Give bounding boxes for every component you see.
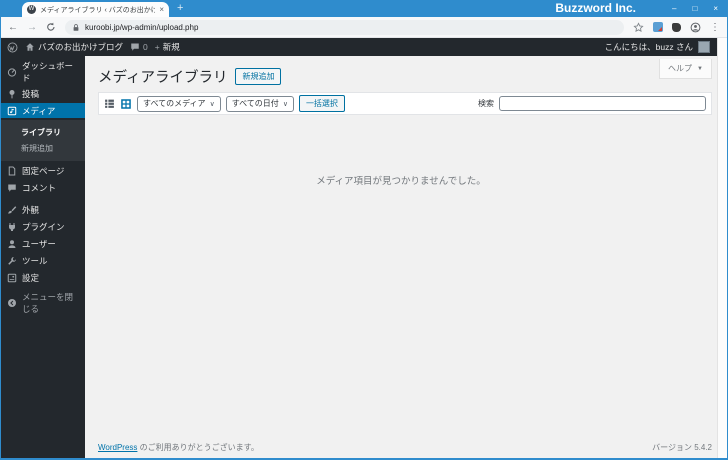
sidebar-item-comments[interactable]: コメント	[1, 180, 85, 195]
user-icon	[7, 239, 17, 249]
add-new-button[interactable]: 新規追加	[235, 68, 282, 85]
media-icon	[7, 106, 17, 116]
wordpress-link[interactable]: WordPress	[98, 443, 137, 452]
wordpress-logo-icon[interactable]	[7, 42, 18, 53]
help-button[interactable]: ヘルプ ▼	[659, 59, 712, 79]
comments-count: 0	[143, 42, 148, 52]
chevron-down-icon: ∨	[209, 100, 215, 108]
window-maximize-button[interactable]: □	[692, 4, 697, 13]
home-icon	[25, 42, 35, 52]
wp-admin-bar: バズのお出かけブログ 0 + 新規 こんにちは、buzz さん	[0, 38, 717, 56]
avatar[interactable]	[698, 41, 710, 53]
sidebar-item-appearance[interactable]: 外観	[1, 202, 85, 217]
wordpress-favicon-icon: W	[27, 5, 36, 14]
browser-titlebar: W メディアライブラリ ‹ バズのお出かけブ × + Buzzword Inc.…	[0, 0, 728, 17]
wrench-icon	[7, 256, 17, 266]
sidebar-item-settings[interactable]: 設定	[1, 270, 85, 285]
chevron-down-icon: ▼	[697, 65, 703, 72]
site-name: バズのお出かけブログ	[38, 42, 124, 52]
admin-bar-site-link[interactable]: バズのお出かけブログ	[25, 41, 123, 53]
empty-media-message: メディア項目が見つかりませんでした。	[316, 176, 486, 187]
browser-tab[interactable]: W メディアライブラリ ‹ バズのお出かけブ ×	[22, 2, 169, 17]
footer-thanks: WordPress のご利用ありがとうございます。	[98, 443, 259, 452]
screen-capture-extension-icon[interactable]	[653, 22, 663, 32]
submenu-item-add-new[interactable]: 新規追加	[1, 140, 85, 156]
date-filter[interactable]: すべての日付 ∨	[225, 95, 294, 112]
pages-icon	[7, 166, 17, 176]
howdy-greeting[interactable]: こんにちは、buzz さん	[605, 41, 693, 53]
plus-icon: +	[154, 42, 160, 52]
sidebar-item-pages[interactable]: 固定ページ	[1, 163, 85, 178]
browser-toolbar: ← → kuroobi.jp/wp-admin/upload.php ⋮	[0, 17, 728, 38]
tab-title: メディアライブラリ ‹ バズのお出かけブ	[40, 6, 156, 14]
sidebar-item-plugins[interactable]: プラグイン	[1, 219, 85, 234]
lock-icon	[72, 23, 80, 32]
menu-kebab-icon[interactable]: ⋮	[710, 22, 720, 33]
plugin-icon	[7, 222, 17, 232]
sidebar-item-users[interactable]: ユーザー	[1, 236, 85, 251]
page-title: メディアライブラリ	[98, 70, 228, 86]
sidebar-item-tools[interactable]: ツール	[1, 253, 85, 268]
search-label: 検索	[478, 99, 494, 108]
media-submenu: ライブラリ 新規追加	[1, 120, 85, 161]
admin-bar-new[interactable]: + 新規	[155, 41, 180, 53]
forward-icon[interactable]: →	[27, 22, 37, 33]
bulk-select-button[interactable]: 一括選択	[298, 95, 345, 112]
comments-icon	[7, 183, 17, 193]
tab-close-icon[interactable]: ×	[159, 5, 164, 14]
pushpin-icon	[7, 89, 17, 99]
window-minimize-button[interactable]: –	[672, 4, 676, 13]
bookmark-star-icon[interactable]	[633, 21, 644, 33]
settings-icon	[7, 273, 17, 283]
back-icon[interactable]: ←	[8, 22, 18, 33]
profile-icon[interactable]	[690, 22, 701, 33]
extension-icon[interactable]	[672, 22, 681, 32]
submenu-item-library[interactable]: ライブラリ	[1, 124, 85, 140]
sidebar-item-media[interactable]: メディア	[1, 103, 89, 118]
sidebar-item-posts[interactable]: 投稿	[1, 86, 85, 101]
chevron-down-icon: ∨	[282, 100, 288, 108]
media-toolbar: すべてのメディア ∨ すべての日付 ∨ 一括選択 検索	[98, 92, 712, 115]
admin-sidebar: ダッシュボード 投稿 メディア ライブラリ 新規追加 固定ページ コメント 外観…	[1, 56, 89, 458]
collapse-arrow-icon	[7, 298, 17, 308]
page-scrollbar[interactable]	[717, 38, 727, 458]
window-title: Buzzword Inc.	[555, 1, 636, 15]
admin-bar-comments[interactable]: 0	[130, 42, 148, 52]
brush-icon	[7, 205, 17, 215]
new-label: 新規	[162, 42, 180, 52]
sidebar-item-collapse-menu[interactable]: メニューを閉じる	[1, 292, 85, 314]
comment-bubble-icon	[130, 42, 140, 52]
new-tab-button[interactable]: +	[177, 2, 183, 15]
search-input[interactable]	[499, 96, 706, 111]
reload-icon[interactable]	[46, 22, 56, 32]
grid-view-icon[interactable]	[120, 98, 132, 110]
media-type-filter[interactable]: すべてのメディア ∨	[137, 95, 221, 112]
version-label: バージョン 5.4.2	[652, 443, 712, 452]
address-bar[interactable]: kuroobi.jp/wp-admin/upload.php	[65, 19, 624, 35]
list-view-icon[interactable]	[104, 98, 115, 109]
sidebar-item-dashboard[interactable]: ダッシュボード	[1, 61, 85, 83]
media-library-page: ヘルプ ▼ メディアライブラリ 新規追加 すべてのメディア ∨ すべての日付 ∨…	[85, 56, 717, 458]
dashboard-icon	[7, 67, 17, 77]
window-close-button[interactable]: ×	[713, 4, 718, 13]
url-text: kuroobi.jp/wp-admin/upload.php	[85, 22, 199, 32]
